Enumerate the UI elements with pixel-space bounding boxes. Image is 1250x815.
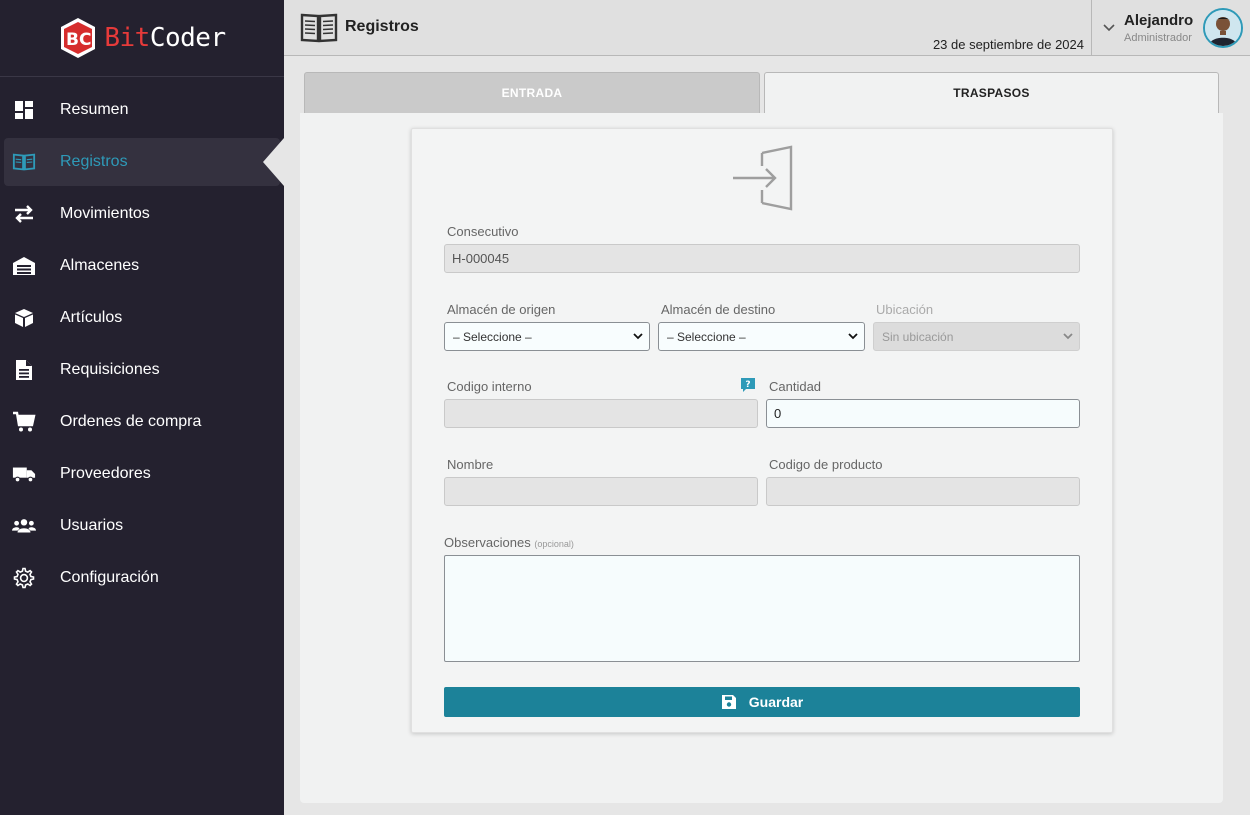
logo: BC BitCoder: [0, 0, 284, 77]
sidebar-item-label: Registros: [60, 153, 128, 170]
gear-icon: [12, 566, 36, 590]
logo-text: BitCoder: [104, 23, 226, 53]
codigo-producto-field: [766, 477, 1080, 506]
truck-icon: [12, 462, 36, 486]
sidebar-item-label: Usuarios: [60, 517, 124, 534]
svg-text:?: ?: [745, 380, 750, 390]
chevron-down-icon: [633, 333, 643, 340]
active-item-pointer: [263, 138, 284, 186]
book-icon: [12, 150, 36, 174]
almacen-origen-select[interactable]: – Seleccione –: [444, 322, 650, 351]
almacen-origen-value: – Seleccione –: [453, 329, 532, 344]
page-title: Registros: [345, 18, 419, 35]
logo-icon: BC: [61, 18, 96, 58]
almacen-origen-label: Almacén de origen: [447, 302, 556, 317]
sign-in-icon: [733, 145, 793, 211]
chevron-down-icon: [848, 333, 858, 340]
sidebar-item-almacenes[interactable]: Almacenes: [4, 242, 280, 290]
codigo-interno-label: Codigo interno: [447, 379, 532, 394]
dashboard-icon: [12, 98, 36, 122]
consecutivo-label: Consecutivo: [447, 224, 519, 239]
consecutivo-field: H-000045: [444, 244, 1080, 273]
exchange-arrows-icon: [12, 202, 36, 226]
codigo-producto-label: Codigo de producto: [769, 457, 883, 472]
user-role: Administrador: [1124, 32, 1192, 44]
ubicacion-label: Ubicación: [876, 302, 934, 317]
save-button-label: Guardar: [748, 694, 804, 710]
user-menu[interactable]: Alejandro Administrador: [1091, 0, 1250, 56]
tab-entrada[interactable]: ENTRADA: [304, 72, 760, 113]
floppy-disk-icon: [721, 695, 736, 709]
sidebar-item-ordenes-de-compra[interactable]: Ordenes de compra: [4, 398, 280, 446]
logo-text-bit: Bit: [104, 23, 150, 53]
logo-text-coder: Coder: [149, 23, 226, 53]
cantidad-label: Cantidad: [769, 379, 822, 394]
observaciones-textarea[interactable]: [444, 555, 1080, 662]
sidebar-item-articulos[interactable]: Artículos: [4, 294, 280, 342]
nombre-label: Nombre: [447, 457, 494, 472]
nombre-field: [444, 477, 758, 506]
sidebar-item-label: Movimientos: [60, 205, 150, 222]
users-icon: [12, 514, 36, 538]
book-icon: [300, 13, 338, 43]
save-button[interactable]: Guardar: [444, 687, 1080, 717]
sidebar-item-label: Requisiciones: [60, 361, 160, 378]
help-icon[interactable]: ?: [740, 377, 756, 393]
sidebar: BC BitCoder Resumen Registros Movimiento…: [0, 0, 284, 815]
sidebar-item-proveedores[interactable]: Proveedores: [4, 450, 280, 498]
almacen-destino-label: Almacén de destino: [661, 302, 776, 317]
chevron-down-icon: [1103, 24, 1115, 32]
warehouse-icon: [12, 254, 36, 278]
sidebar-item-registros[interactable]: Registros: [4, 138, 280, 186]
sidebar-item-label: Proveedores: [60, 465, 151, 482]
almacen-destino-select[interactable]: – Seleccione –: [658, 322, 865, 351]
codigo-interno-field: [444, 399, 758, 428]
sidebar-item-usuarios[interactable]: Usuarios: [4, 502, 280, 550]
box-icon: [12, 306, 36, 330]
observaciones-optional: (opcional): [534, 539, 574, 549]
almacen-destino-value: – Seleccione –: [667, 329, 746, 344]
user-name: Alejandro: [1124, 12, 1194, 29]
sidebar-item-label: Configuración: [60, 569, 159, 586]
sidebar-item-movimientos[interactable]: Movimientos: [4, 190, 280, 238]
document-icon: [12, 358, 36, 382]
ubicacion-select: Sin ubicación: [873, 322, 1080, 351]
sidebar-item-label: Artículos: [60, 309, 123, 326]
sidebar-item-requisiciones[interactable]: Requisiciones: [4, 346, 280, 394]
sidebar-item-label: Resumen: [60, 101, 129, 118]
observaciones-label: Observaciones (opcional): [444, 535, 574, 550]
sidebar-item-label: Almacenes: [60, 257, 140, 274]
ubicacion-value: Sin ubicación: [882, 329, 954, 344]
svg-text:BC: BC: [66, 30, 91, 50]
current-date: 23 de septiembre de 2024: [932, 37, 1084, 52]
sidebar-item-label: Ordenes de compra: [60, 413, 202, 430]
top-bar: Registros 23 de septiembre de 2024 Aleja…: [284, 0, 1250, 56]
avatar[interactable]: [1203, 8, 1243, 48]
chevron-down-icon: [1063, 333, 1073, 340]
observaciones-label-text: Observaciones: [444, 535, 531, 550]
cantidad-input[interactable]: 0: [766, 399, 1080, 428]
tab-traspasos[interactable]: TRASPASOS: [764, 72, 1219, 113]
sidebar-item-resumen[interactable]: Resumen: [4, 86, 280, 134]
sidebar-nav: Resumen Registros Movimientos Almacenes …: [0, 86, 284, 606]
traspaso-form-card: Consecutivo H-000045 Almacén de origen –…: [411, 128, 1113, 733]
cart-icon: [12, 410, 36, 434]
sidebar-item-configuracion[interactable]: Configuración: [4, 554, 280, 602]
